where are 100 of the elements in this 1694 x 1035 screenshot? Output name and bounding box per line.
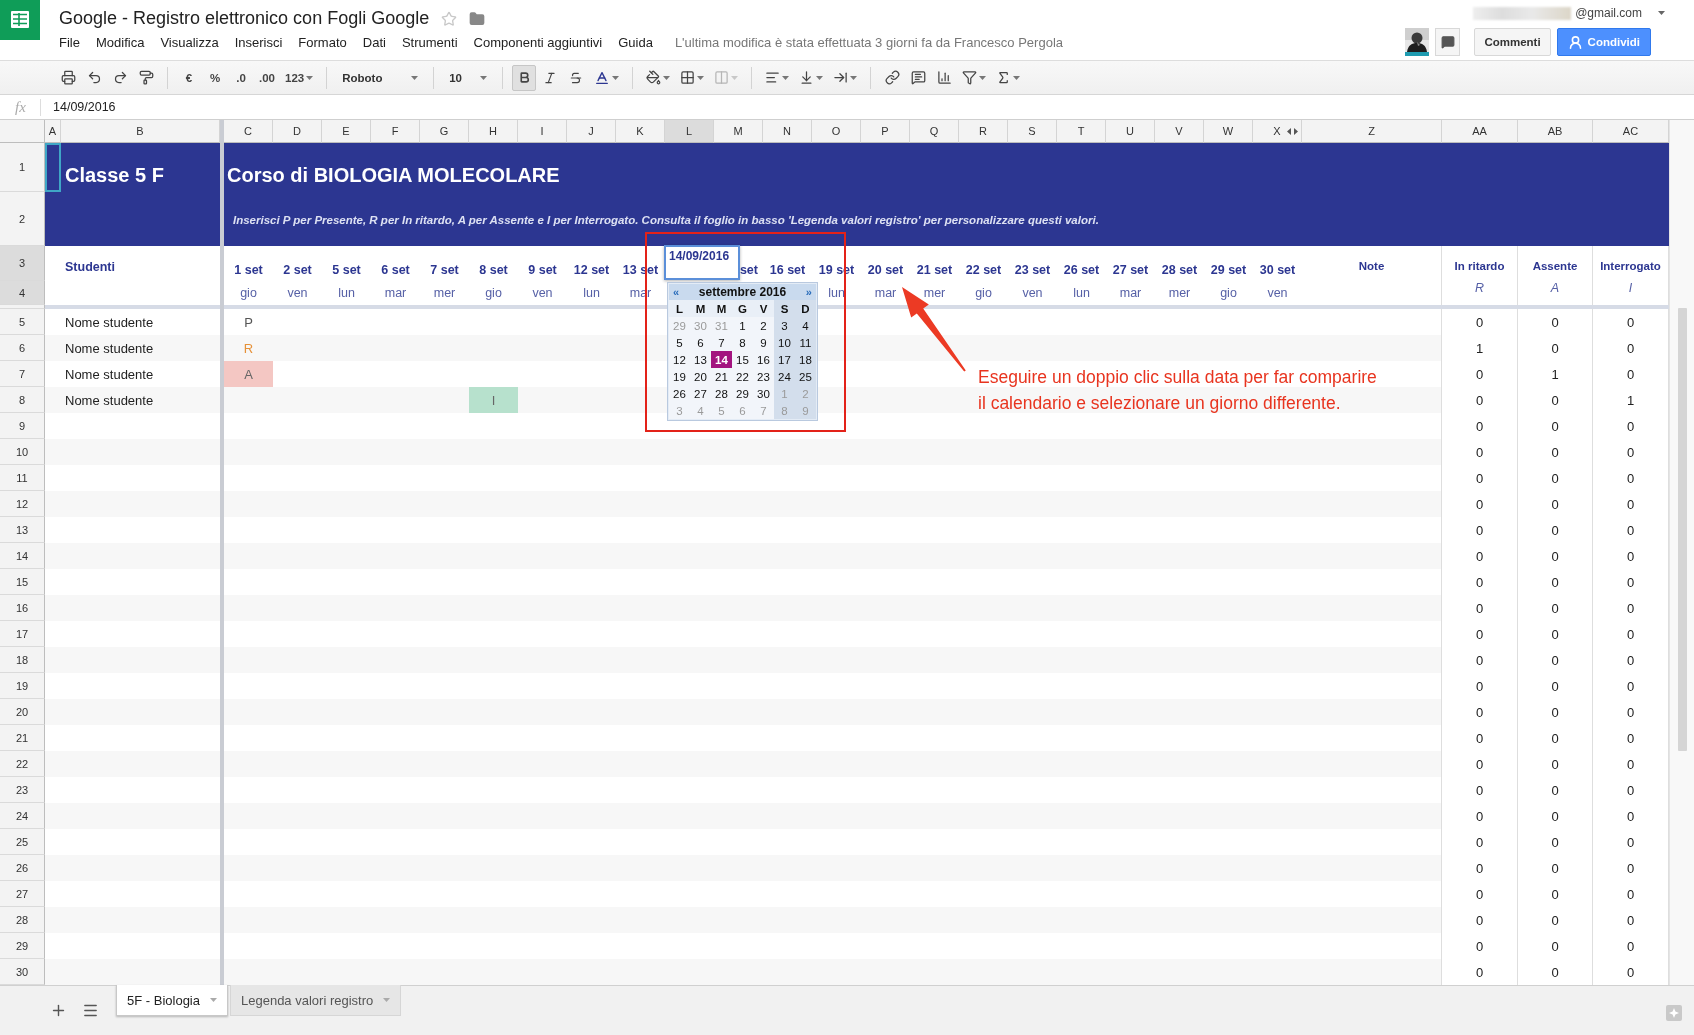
date-header[interactable]: 16 set bbox=[769, 263, 806, 277]
menu-item[interactable]: Visualizza bbox=[160, 35, 219, 50]
calendar-day[interactable]: 8 bbox=[732, 334, 753, 351]
calendar-day[interactable]: 24 bbox=[774, 368, 795, 385]
column-header[interactable]: N bbox=[763, 120, 812, 143]
row-header[interactable]: 22 bbox=[0, 751, 45, 777]
column-header[interactable]: T bbox=[1057, 120, 1106, 143]
column-header[interactable]: V bbox=[1155, 120, 1204, 143]
date-header[interactable]: 22 set bbox=[965, 263, 1002, 277]
row-header[interactable]: 30 bbox=[0, 959, 45, 985]
student-name[interactable]: Nome studente bbox=[61, 309, 220, 335]
student-name[interactable]: Nome studente bbox=[61, 387, 220, 413]
prev-month-button[interactable]: « bbox=[673, 286, 680, 298]
currency-button[interactable]: € bbox=[177, 64, 201, 91]
row-header[interactable]: 13 bbox=[0, 517, 45, 543]
menu-item[interactable]: Strumenti bbox=[401, 35, 458, 50]
row-header[interactable]: 19 bbox=[0, 673, 45, 699]
menu-item[interactable]: Guida bbox=[618, 35, 653, 50]
row-header[interactable]: 28 bbox=[0, 907, 45, 933]
row-header[interactable]: 16 bbox=[0, 595, 45, 621]
column-header[interactable]: W bbox=[1204, 120, 1253, 143]
attendance-cell[interactable]: I bbox=[469, 387, 518, 413]
attendance-cell[interactable]: A bbox=[224, 361, 273, 387]
date-header[interactable]: 30 set bbox=[1259, 263, 1296, 277]
column-header[interactable]: J bbox=[567, 120, 616, 143]
increase-decimals-button[interactable]: .00 bbox=[255, 64, 279, 91]
student-name[interactable]: Nome studente bbox=[61, 335, 220, 361]
date-header[interactable]: 29 set bbox=[1210, 263, 1247, 277]
calendar-day[interactable]: 17 bbox=[774, 351, 795, 368]
calendar-day[interactable]: 21 bbox=[711, 368, 732, 385]
calendar-day[interactable]: 20 bbox=[690, 368, 711, 385]
row-header[interactable]: 5 bbox=[0, 309, 45, 335]
date-header[interactable]: 8 set bbox=[479, 263, 508, 277]
calendar-day[interactable]: 5 bbox=[669, 334, 690, 351]
date-header[interactable]: set bbox=[739, 263, 758, 277]
column-header[interactable]: G bbox=[420, 120, 469, 143]
menu-item[interactable]: Modifica bbox=[95, 35, 145, 50]
date-header[interactable]: 6 set bbox=[381, 263, 410, 277]
row-header[interactable]: 10 bbox=[0, 439, 45, 465]
next-month-button[interactable]: » bbox=[805, 286, 812, 298]
row-header[interactable]: 3 bbox=[0, 246, 45, 281]
calendar-day[interactable]: 14 bbox=[711, 351, 732, 368]
row-header[interactable]: 21 bbox=[0, 725, 45, 751]
calendar-day[interactable]: 12 bbox=[669, 351, 690, 368]
calendar-day[interactable]: 30 bbox=[753, 385, 774, 402]
date-header[interactable]: 5 set bbox=[332, 263, 361, 277]
calendar-day[interactable]: 22 bbox=[732, 368, 753, 385]
chat-button[interactable] bbox=[1435, 28, 1461, 56]
calendar-day[interactable]: 18 bbox=[795, 351, 816, 368]
row-header[interactable]: 24 bbox=[0, 803, 45, 829]
menu-item[interactable]: Componenti aggiuntivi bbox=[473, 35, 603, 50]
row-header[interactable]: 8 bbox=[0, 387, 45, 413]
row-header[interactable]: 2 bbox=[0, 192, 45, 246]
star-icon[interactable] bbox=[441, 10, 458, 27]
row-header[interactable]: 23 bbox=[0, 777, 45, 803]
font-dropdown[interactable]: Roboto bbox=[336, 64, 425, 91]
calendar-day[interactable]: 28 bbox=[711, 385, 732, 402]
row-header[interactable]: 27 bbox=[0, 881, 45, 907]
date-header[interactable]: 28 set bbox=[1161, 263, 1198, 277]
sheets-logo[interactable] bbox=[0, 0, 40, 40]
calendar-day[interactable]: 7 bbox=[711, 334, 732, 351]
column-header[interactable]: I bbox=[518, 120, 567, 143]
date-header[interactable]: 23 set bbox=[1014, 263, 1051, 277]
column-header[interactable]: P bbox=[861, 120, 910, 143]
row-header[interactable]: 7 bbox=[0, 361, 45, 387]
calendar-day[interactable]: 9 bbox=[753, 334, 774, 351]
column-header[interactable]: R bbox=[959, 120, 1008, 143]
row-header[interactable]: 12 bbox=[0, 491, 45, 517]
calendar-day[interactable]: 26 bbox=[669, 385, 690, 402]
date-header[interactable]: 9 set bbox=[528, 263, 557, 277]
calendar-day[interactable]: 4 bbox=[795, 317, 816, 334]
column-header[interactable]: M bbox=[714, 120, 763, 143]
row-header[interactable]: 20 bbox=[0, 699, 45, 725]
calendar-day[interactable]: 29 bbox=[732, 385, 753, 402]
attendance-cell[interactable]: P bbox=[224, 309, 273, 335]
date-header[interactable]: 1 set bbox=[234, 263, 263, 277]
date-header[interactable]: 21 set bbox=[916, 263, 953, 277]
row-header[interactable]: 26 bbox=[0, 855, 45, 881]
row-header[interactable]: 17 bbox=[0, 621, 45, 647]
date-header[interactable]: 7 set bbox=[430, 263, 459, 277]
menu-item[interactable]: Dati bbox=[362, 35, 386, 50]
sheet-tab[interactable]: 5F - Biologia bbox=[116, 985, 228, 1016]
column-header[interactable]: U bbox=[1106, 120, 1155, 143]
folder-icon[interactable] bbox=[469, 10, 486, 27]
student-name[interactable]: Nome studente bbox=[61, 361, 220, 387]
calendar-day[interactable]: 23 bbox=[753, 368, 774, 385]
calendar-day[interactable]: 27 bbox=[690, 385, 711, 402]
column-header[interactable]: H bbox=[469, 120, 518, 143]
sheet-tab[interactable]: Legenda valori registro bbox=[230, 985, 402, 1016]
account-email[interactable]: @gmail.com bbox=[1575, 6, 1642, 20]
row-header[interactable]: 11 bbox=[0, 465, 45, 491]
column-header[interactable]: L bbox=[665, 120, 714, 143]
bold-button[interactable] bbox=[512, 64, 537, 91]
document-title[interactable]: Google - Registro elettronico con Fogli Google bbox=[59, 8, 430, 29]
row-header[interactable]: 14 bbox=[0, 543, 45, 569]
column-header[interactable]: D bbox=[273, 120, 322, 143]
date-header[interactable]: 20 set bbox=[867, 263, 904, 277]
decrease-decimals-button[interactable]: .0 bbox=[229, 64, 253, 91]
row-header[interactable]: 29 bbox=[0, 933, 45, 959]
percent-button[interactable]: % bbox=[203, 64, 227, 91]
